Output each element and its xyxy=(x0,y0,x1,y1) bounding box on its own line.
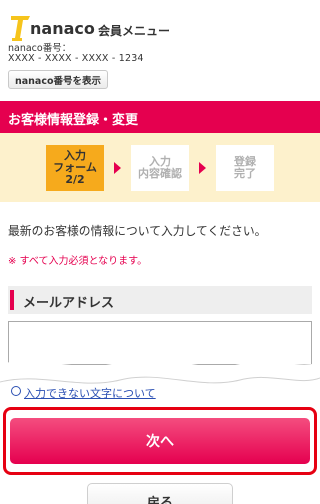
page-title-bar: お客様情報登録・変更 xyxy=(0,101,320,133)
header: nanaco 会員メニュー nanaco番号： XXXX - XXXX - XX… xyxy=(0,0,320,98)
nanaco-mascot-icon xyxy=(11,16,30,41)
email-field-header: メールアドレス xyxy=(8,286,312,314)
step-1-line-3: 2/2 xyxy=(65,173,85,186)
nanaco-number-value: XXXX - XXXX - XXXX - 1234 xyxy=(8,53,144,64)
invalid-characters-link-text: 入力できない文字について xyxy=(24,387,156,400)
step-confirm: 入力 内容確認 xyxy=(131,145,189,191)
intro-text: 最新のお客様の情報について入力してください。 xyxy=(8,224,267,238)
invalid-characters-link[interactable]: 入力できない文字について xyxy=(12,385,156,401)
step-arrow-icon xyxy=(114,162,121,174)
show-number-button[interactable]: nanaco番号を表示 xyxy=(8,70,108,89)
back-button[interactable]: 戻る xyxy=(87,483,233,504)
next-button[interactable]: 次へ xyxy=(10,418,310,464)
member-menu-title: 会員メニュー xyxy=(98,24,171,38)
field-accent-bar xyxy=(10,290,14,310)
step-indicator: 入力 フォーム 2/2 入力 内容確認 登録 完了 xyxy=(0,133,320,202)
nanaco-number-label: nanaco番号： xyxy=(8,43,72,54)
required-note: ※ すべて入力必須となります。 xyxy=(8,256,148,267)
step-3-line-2: 完了 xyxy=(234,167,256,180)
step-arrow-icon xyxy=(199,162,206,174)
step-2-line-2: 内容確認 xyxy=(138,167,182,180)
svg-text:nanaco: nanaco xyxy=(30,19,95,38)
step-complete: 登録 完了 xyxy=(216,145,274,191)
page-title: お客様情報登録・変更 xyxy=(8,113,139,128)
step-input-form: 入力 フォーム 2/2 xyxy=(46,145,104,191)
email-label: メールアドレス xyxy=(23,296,115,311)
